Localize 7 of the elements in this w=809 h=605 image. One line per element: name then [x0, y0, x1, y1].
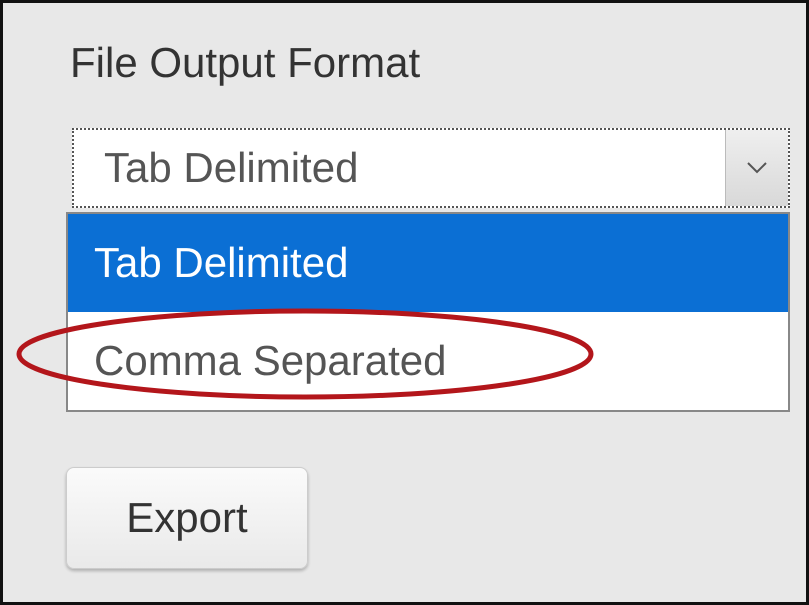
field-label: File Output Format [70, 38, 422, 88]
dropdown-option[interactable]: Comma Separated [68, 312, 788, 410]
dropdown-value: Tab Delimited [104, 144, 358, 192]
chevron-down-icon [747, 162, 767, 174]
dropdown-option[interactable]: Tab Delimited [68, 214, 788, 312]
export-button[interactable]: Export [66, 467, 308, 569]
format-dropdown[interactable]: Tab Delimited [72, 128, 790, 208]
